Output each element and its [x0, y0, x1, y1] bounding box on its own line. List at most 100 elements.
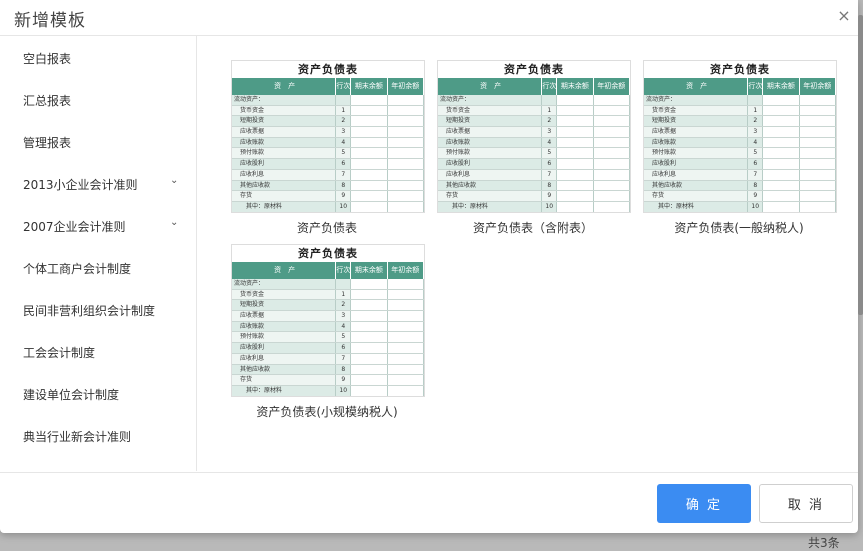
- thumbnail-cell-end: [351, 106, 387, 116]
- thumbnail-item-num: 6: [336, 343, 351, 353]
- thumbnail-item-name: 其他应收款: [438, 181, 542, 191]
- thumbnail-item-num: 4: [336, 138, 351, 148]
- thumbnail-item-name: 应收股利: [438, 159, 542, 169]
- thumbnail-cell-end: [763, 170, 799, 180]
- thumbnail-cell-begin: [388, 311, 424, 321]
- sidebar-item[interactable]: 汇总报表: [0, 78, 196, 120]
- thumbnail-cell-end: [557, 148, 593, 158]
- thumbnail-row: 应收股利6: [438, 159, 630, 170]
- thumbnail-item-name: 流动资产：: [438, 95, 542, 105]
- thumbnail-cell-end: [351, 116, 387, 126]
- thumbnail-item-num: 10: [542, 202, 557, 212]
- sidebar-item[interactable]: 典当行业新会计准则: [0, 414, 196, 456]
- thumbnail-item-num: 9: [542, 191, 557, 201]
- thumbnail-cell-end: [351, 343, 387, 353]
- template-grid: 资产负债表资 产行次期末余额年初余额流动资产： 货币资金1 短期投资2 应收票据…: [197, 36, 858, 471]
- thumbnail-item-name: 货币资金: [644, 106, 748, 116]
- thumbnail-cell-begin: [594, 181, 630, 191]
- sidebar-item[interactable]: 2007企业会计准则⌄: [0, 204, 196, 246]
- thumbnail-item-num: 2: [336, 300, 351, 310]
- template-card[interactable]: 资产负债表资 产行次期末余额年初余额流动资产： 货币资金1 短期投资2 应收票据…: [437, 60, 629, 236]
- thumbnail-row: 应收利息7: [232, 354, 424, 365]
- thumbnail-cell-end: [557, 127, 593, 137]
- thumbnail-item-num: [336, 279, 351, 289]
- thumbnail-item-name: 流动资产：: [232, 95, 336, 105]
- thumbnail-row: 其中：原材料10: [438, 202, 630, 213]
- sidebar-item-label: 工会会计制度: [23, 344, 95, 361]
- thumbnail-item-name: 短期投资: [232, 300, 336, 310]
- thumbnail-header-cell: 年初余额: [388, 262, 424, 279]
- thumbnail-row: 货币资金1: [232, 290, 424, 301]
- thumbnail-item-name: 其中：原材料: [232, 386, 336, 396]
- thumbnail-title: 资产负债表: [438, 61, 630, 78]
- sidebar-item[interactable]: 管理报表: [0, 120, 196, 162]
- sidebar-item-label: 个体工商户会计制度: [23, 260, 131, 277]
- cancel-button[interactable]: 取 消: [759, 484, 853, 523]
- sidebar-item-label: 管理报表: [23, 134, 71, 151]
- thumbnail-item-name: 应收账款: [232, 322, 336, 332]
- thumbnail-cell-begin: [800, 138, 836, 148]
- close-icon[interactable]: ×: [834, 6, 854, 26]
- thumbnail-cell-begin: [388, 148, 424, 158]
- thumbnail-cell-end: [351, 202, 387, 212]
- thumbnail-cell-begin: [594, 116, 630, 126]
- thumbnail-item-num: 8: [336, 365, 351, 375]
- thumbnail-cell-end: [557, 116, 593, 126]
- thumbnail-cell-begin: [594, 148, 630, 158]
- thumbnail-cell-end: [557, 138, 593, 148]
- thumbnail-cell-begin: [594, 159, 630, 169]
- thumbnail-cell-end: [557, 191, 593, 201]
- thumbnail-cell-begin: [388, 181, 424, 191]
- thumbnail-row: 其他应收款8: [438, 181, 630, 192]
- thumbnail-cell-begin: [594, 106, 630, 116]
- sidebar-item[interactable]: 民间非营利组织会计制度: [0, 288, 196, 330]
- thumbnail-title: 资产负债表: [232, 61, 424, 78]
- thumbnail-item-name: 应收股利: [644, 159, 748, 169]
- thumbnail-header-cell: 资 产: [232, 262, 336, 279]
- thumbnail-cell-begin: [594, 138, 630, 148]
- template-caption: 资产负债表(小规模纳税人): [231, 403, 423, 420]
- sidebar-item[interactable]: 个体工商户会计制度: [0, 246, 196, 288]
- thumbnail-row: 货币资金1: [644, 106, 836, 117]
- thumbnail-cell-begin: [388, 202, 424, 212]
- thumbnail-row: 短期投资2: [438, 116, 630, 127]
- thumbnail-item-num: 7: [542, 170, 557, 180]
- thumbnail-row: 应收股利6: [232, 343, 424, 354]
- thumbnail-row: 应收票据3: [232, 311, 424, 322]
- thumbnail-row: 应收票据3: [644, 127, 836, 138]
- thumbnail-cell-begin: [388, 322, 424, 332]
- thumbnail-item-name: 应收利息: [438, 170, 542, 180]
- thumbnail-cell-begin: [800, 95, 836, 105]
- dialog-footer: 确 定 取 消: [0, 472, 858, 533]
- page-scrollbar[interactable]: [858, 15, 863, 315]
- thumbnail-item-num: 10: [748, 202, 763, 212]
- thumbnail-item-name: 预付账款: [644, 148, 748, 158]
- thumbnail-header-cell: 行次: [748, 78, 763, 95]
- confirm-button[interactable]: 确 定: [657, 484, 751, 523]
- sidebar-item[interactable]: 工会会计制度: [0, 330, 196, 372]
- template-card[interactable]: 资产负债表资 产行次期末余额年初余额流动资产： 货币资金1 短期投资2 应收票据…: [231, 244, 423, 420]
- template-card[interactable]: 资产负债表资 产行次期末余额年初余额流动资产： 货币资金1 短期投资2 应收票据…: [643, 60, 835, 236]
- thumbnail-row: 应收账款4: [438, 138, 630, 149]
- thumbnail-item-num: 2: [336, 116, 351, 126]
- thumbnail-cell-end: [763, 191, 799, 201]
- thumbnail-row: 预付账款5: [438, 148, 630, 159]
- sidebar-item[interactable]: 空白报表: [0, 36, 196, 78]
- thumbnail-header-row: 资 产行次期末余额年初余额: [232, 78, 424, 95]
- thumbnail-item-name: 货币资金: [232, 290, 336, 300]
- sidebar-item[interactable]: 2013小企业会计准则⌄: [0, 162, 196, 204]
- thumbnail-item-num: 5: [542, 148, 557, 158]
- thumbnail-cell-end: [351, 170, 387, 180]
- thumbnail-cell-begin: [388, 191, 424, 201]
- thumbnail-cell-begin: [388, 354, 424, 364]
- thumbnail-item-num: 7: [336, 170, 351, 180]
- thumbnail-item-num: [542, 95, 557, 105]
- thumbnail-cell-end: [351, 354, 387, 364]
- thumbnail-item-name: 其他应收款: [644, 181, 748, 191]
- sidebar-item-label: 典当行业新会计准则: [23, 428, 131, 445]
- thumbnail-body: 流动资产： 货币资金1 短期投资2 应收票据3 应收账款4 预付账款5 应收股利…: [644, 95, 836, 213]
- thumbnail-cell-begin: [388, 375, 424, 385]
- sidebar-item[interactable]: 建设单位会计制度: [0, 372, 196, 414]
- thumbnail-item-num: 3: [542, 127, 557, 137]
- template-card[interactable]: 资产负债表资 产行次期末余额年初余额流动资产： 货币资金1 短期投资2 应收票据…: [231, 60, 423, 236]
